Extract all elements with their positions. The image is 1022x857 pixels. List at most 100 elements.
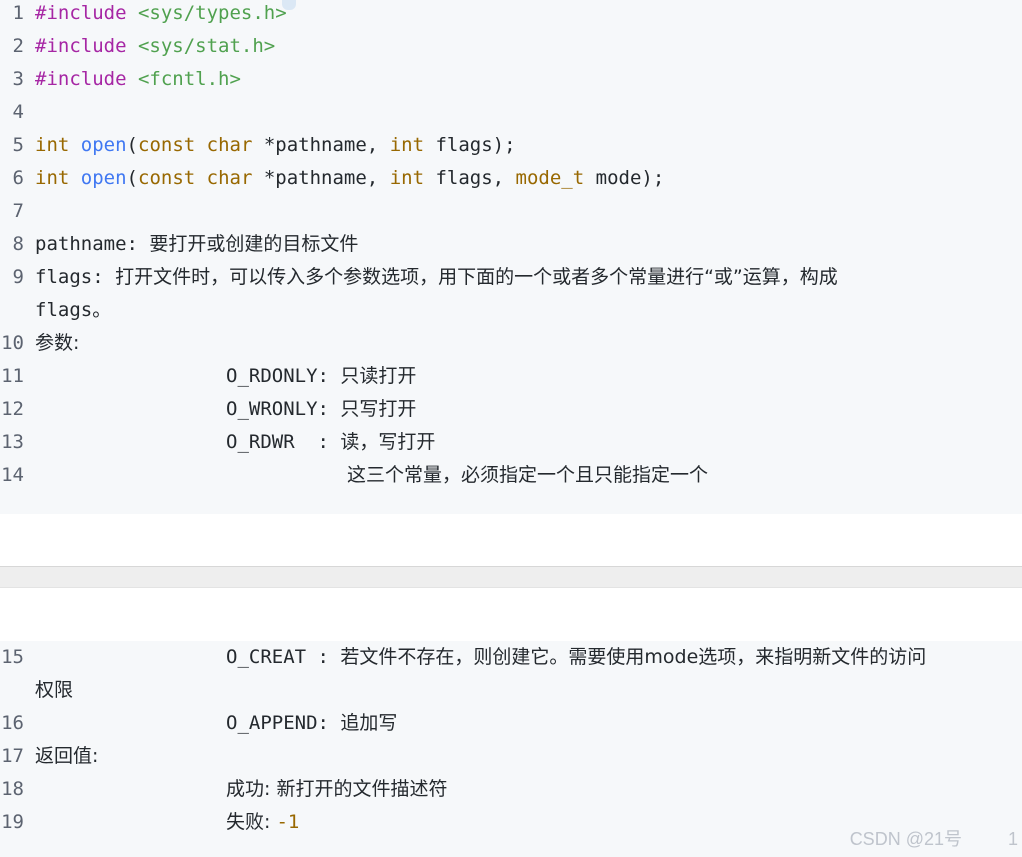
- code-token: char: [206, 167, 253, 189]
- code-token: 返回值:: [35, 745, 99, 767]
- page-marker: 1: [1007, 829, 1018, 849]
- code-line: 13 O_RDWR : 读，写打开: [0, 426, 1022, 459]
- code-token: mode);: [584, 167, 665, 189]
- code-text: #include <fcntl.h>: [35, 63, 241, 96]
- code-token: int: [389, 134, 425, 156]
- code-line: 3 #include <fcntl.h>: [0, 63, 1022, 96]
- line-number: 5: [12, 134, 24, 156]
- code-text: O_APPEND: 追加写: [226, 707, 397, 740]
- code-line: 18 成功: 新打开的文件描述符: [0, 773, 1022, 806]
- line-number: 2: [12, 35, 24, 57]
- code-token: 这三个常量，必须指定一个且只能指定一个: [347, 464, 709, 486]
- code-text: #include <sys/types.h>: [35, 0, 287, 30]
- line-number: 6: [12, 167, 24, 189]
- code-line: 5 int open(const char *pathname, int flag…: [0, 129, 1022, 162]
- line-number: 18: [1, 778, 24, 800]
- code-text: 成功: 新打开的文件描述符: [226, 773, 447, 806]
- code-text: #include <sys/stat.h>: [35, 30, 275, 63]
- code-line: 7: [0, 195, 1022, 228]
- code-token: 成功: 新打开的文件描述符: [226, 778, 448, 800]
- line-number: 4: [12, 101, 24, 123]
- code-token: 打开文件时，可以传入多个参数选项，用下面的一个或者多个常量进行“或”运算，构成: [115, 266, 838, 288]
- code-token: open: [80, 167, 127, 189]
- line-number: 14: [1, 464, 24, 486]
- line-number: 1: [12, 2, 24, 24]
- code-line: 17 返回值:: [0, 740, 1022, 773]
- code-text: 这三个常量，必须指定一个且只能指定一个: [347, 459, 708, 492]
- code-token: 权限: [35, 679, 74, 701]
- code-text: O_WRONLY: 只写打开: [226, 393, 416, 426]
- line-number: 17: [1, 745, 24, 767]
- line-number: 19: [1, 811, 24, 833]
- line-number: 3: [12, 68, 24, 90]
- code-token: O_APPEND:: [226, 712, 341, 734]
- line-number: 16: [1, 712, 24, 734]
- code-text: O_CREAT : 若文件不存在，则创建它。需要使用mode选项，来指明新文件的…: [226, 641, 926, 674]
- code-line: 16 O_APPEND: 追加写: [0, 707, 1022, 740]
- line-number: 15: [1, 646, 24, 668]
- code-token: flags:: [35, 266, 116, 288]
- line-number: 7: [12, 200, 24, 222]
- code-line-wrap: 权限: [35, 674, 73, 707]
- code-token: 参数:: [35, 332, 80, 354]
- code-token: 要打开或创建的目标文件: [149, 233, 359, 255]
- code-token: O_RDWR :: [226, 431, 341, 453]
- code-token: O_WRONLY:: [226, 398, 341, 420]
- code-line-wrap: flags。: [35, 294, 111, 327]
- code-token: #include: [35, 68, 127, 90]
- code-token: const: [138, 134, 196, 156]
- section-divider: [0, 566, 1022, 588]
- code-text: flags: 打开文件时，可以传入多个参数选项，用下面的一个或者多个常量进行“或…: [35, 261, 838, 294]
- code-token: (: [126, 167, 138, 189]
- line-number: 10: [1, 332, 24, 354]
- code-token: 若文件不存在，则创建它。需要使用mode选项，来指明新文件的访问: [340, 646, 927, 668]
- code-token: <sys/stat.h>: [137, 35, 276, 57]
- code-block-2: 15 O_CREAT : 若文件不存在，则创建它。需要使用mode选项，来指明新文…: [0, 641, 1022, 857]
- code-token: O_CREAT :: [226, 646, 341, 668]
- code-token: flags: [35, 299, 93, 321]
- line-number: 11: [1, 365, 24, 387]
- code-text: O_RDWR : 读，写打开: [226, 426, 435, 459]
- code-line: 4: [0, 96, 1022, 129]
- code-token: #include: [35, 2, 127, 24]
- code-token: *pathname,: [252, 134, 390, 156]
- code-line: 12 O_WRONLY: 只写打开: [0, 393, 1022, 426]
- code-token: 追加写: [340, 712, 398, 734]
- code-token: open: [80, 134, 127, 156]
- line-number: 12: [1, 398, 24, 420]
- code-token: *pathname,: [252, 167, 390, 189]
- code-token: O_RDONLY:: [226, 365, 341, 387]
- line-number: 8: [12, 233, 24, 255]
- code-line: 1 #include <sys/types.h>: [0, 0, 1022, 30]
- code-token: int: [35, 134, 70, 156]
- code-line: 9 flags: 打开文件时，可以传入多个参数选项，用下面的一个或者多个常量进行“…: [0, 261, 1022, 294]
- line-number: 9: [12, 266, 24, 288]
- line-number: 13: [1, 431, 24, 453]
- code-line: 11 O_RDONLY: 只读打开: [0, 360, 1022, 393]
- code-token: char: [206, 134, 253, 156]
- code-token: 读，写打开: [340, 431, 436, 453]
- code-text: pathname: 要打开或创建的目标文件: [35, 228, 358, 261]
- code-token: pathname:: [35, 233, 150, 255]
- code-token: flags);: [424, 134, 516, 156]
- code-token: <fcntl.h>: [137, 68, 241, 90]
- code-text: 失败: -1: [226, 806, 299, 839]
- code-line: 10 参数:: [0, 327, 1022, 360]
- code-token: #include: [35, 35, 127, 57]
- code-line: 8 pathname: 要打开或创建的目标文件: [0, 228, 1022, 261]
- code-line: 14 这三个常量，必须指定一个且只能指定一个: [0, 459, 1022, 492]
- code-token: flags,: [424, 167, 516, 189]
- code-token: 。: [92, 299, 112, 321]
- code-text: int open(const char *pathname, int flags…: [35, 162, 664, 195]
- code-token: (: [126, 134, 138, 156]
- code-token: 失败:: [226, 811, 277, 833]
- code-token: int: [35, 167, 70, 189]
- code-token: <sys/types.h>: [137, 2, 287, 24]
- code-token: -1: [276, 811, 300, 833]
- code-text: 参数:: [35, 327, 79, 360]
